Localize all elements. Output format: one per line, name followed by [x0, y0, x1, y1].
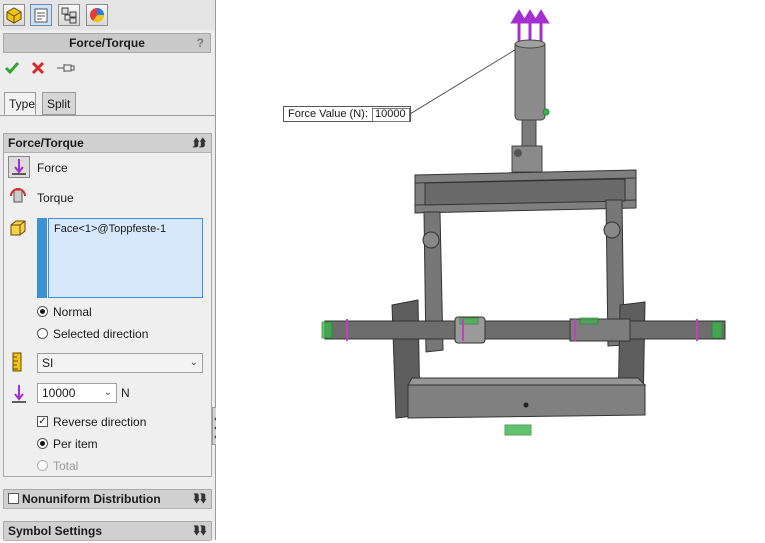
force-option-label[interactable]: Force	[37, 161, 68, 175]
callout-value-field[interactable]: 10000	[372, 108, 410, 122]
force-torque-group: Force/Torque ⮭⮭ Force Torque Face<1>@Top…	[3, 133, 212, 477]
force-unit-label: N	[121, 386, 130, 400]
selection-list-box[interactable]: Face<1>@Toppfeste-1	[48, 218, 203, 298]
graphics-area[interactable]	[216, 0, 765, 540]
help-icon[interactable]: ?	[197, 34, 204, 53]
reverse-direction-checkbox[interactable]: ✓	[37, 416, 48, 427]
display-manager-tab-icon[interactable]	[86, 4, 108, 26]
reverse-direction-label: Reverse direction	[53, 415, 147, 429]
symbol-settings-header[interactable]: Symbol Settings ⮯⮯	[4, 522, 211, 541]
force-option-icon[interactable]	[8, 156, 30, 178]
expand-chevron-icon[interactable]: ⮯⮯	[193, 522, 206, 540]
pin-icon[interactable]	[54, 60, 76, 79]
chevron-down-icon[interactable]: ⌄	[104, 384, 112, 402]
feature-manager-tab-icon[interactable]	[3, 4, 25, 26]
force-value-icon	[10, 383, 28, 405]
nonuniform-group-header[interactable]: Nonuniform Distribution ⮯⮯	[4, 490, 211, 509]
total-radio[interactable]	[37, 460, 48, 471]
force-torque-group-header[interactable]: Force/Torque ⮭⮭	[4, 134, 211, 153]
force-value-combo[interactable]: 10000 ⌄	[37, 383, 117, 403]
force-value-text[interactable]: 10000	[42, 386, 75, 400]
selected-direction-label: Selected direction	[53, 327, 149, 341]
title-text: Force/Torque	[69, 36, 145, 50]
bottom-beam	[407, 384, 646, 419]
per-item-label: Per item	[53, 437, 98, 451]
normal-label: Normal	[53, 305, 92, 319]
symbol-settings-group: Symbol Settings ⮯⮯	[3, 521, 212, 541]
tab-split[interactable]: Split	[42, 92, 76, 115]
units-ruler-icon	[10, 352, 26, 372]
cancel-icon[interactable]	[30, 60, 46, 79]
torque-option-icon[interactable]	[8, 186, 30, 208]
total-label: Total	[53, 459, 79, 473]
top-cylinder	[514, 41, 546, 121]
lifting-assembly-model[interactable]	[216, 0, 765, 540]
property-manager-title: Force/Torque ?	[3, 33, 211, 53]
property-manager-panel: Force/Torque ? Type Split Force/Torque ⮭…	[0, 0, 216, 541]
force-value-callout[interactable]: Force Value (N): 10000	[283, 106, 411, 122]
ok-icon[interactable]	[4, 60, 20, 79]
selected-direction-radio[interactable]	[37, 328, 48, 339]
property-manager-tab-icon[interactable]	[30, 4, 52, 26]
selection-list-accent	[37, 218, 47, 298]
collapse-chevron-icon[interactable]: ⮭⮭	[193, 134, 206, 152]
tab-underline	[0, 115, 215, 116]
torque-option-label[interactable]: Torque	[37, 191, 74, 205]
shaft	[324, 320, 726, 340]
nonuniform-checkbox[interactable]	[8, 493, 19, 504]
group-header-label: Force/Torque	[8, 136, 84, 150]
per-item-radio[interactable]	[37, 438, 48, 449]
nonuniform-label: Nonuniform Distribution	[22, 492, 161, 506]
expand-chevron-icon[interactable]: ⮯⮯	[193, 490, 206, 508]
unit-system-select[interactable]: SI ⌄	[37, 353, 203, 373]
rod	[521, 119, 537, 149]
selected-face-item[interactable]: Face<1>@Toppfeste-1	[54, 223, 166, 235]
symbol-settings-label: Symbol Settings	[8, 524, 103, 538]
configuration-manager-tab-icon[interactable]	[58, 4, 80, 26]
face-selection-icon	[8, 218, 30, 240]
normal-radio[interactable]	[37, 306, 48, 317]
chevron-down-icon: ⌄	[189, 357, 198, 368]
unit-system-value: SI	[42, 356, 54, 370]
nonuniform-distribution-group: Nonuniform Distribution ⮯⮯	[3, 489, 212, 509]
callout-leader-line	[409, 44, 524, 115]
manager-tab-bar	[0, 0, 215, 30]
tab-type[interactable]: Type	[4, 92, 36, 115]
callout-label: Force Value (N):	[288, 108, 368, 120]
